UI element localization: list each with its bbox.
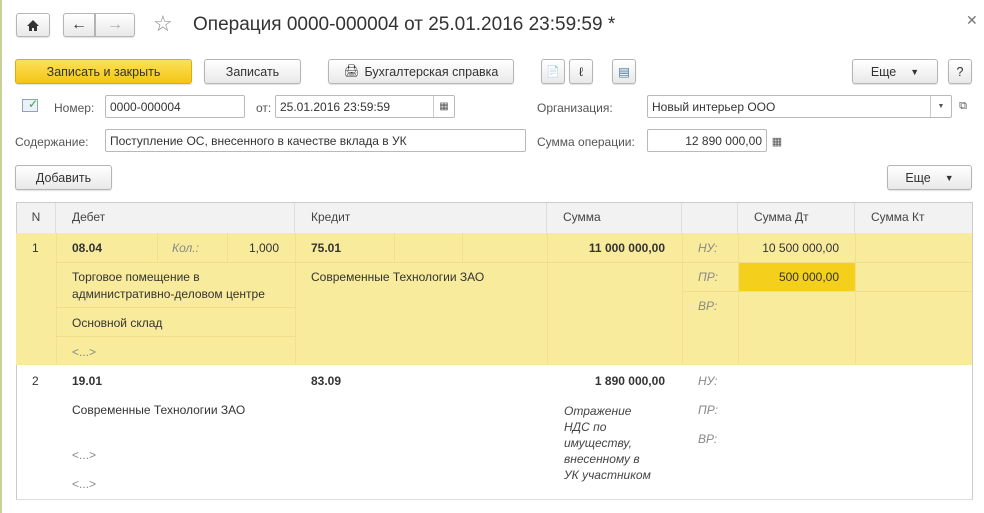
- row-number: 1: [32, 241, 39, 255]
- add-row-button[interactable]: Добавить: [15, 165, 112, 190]
- debit-subconto-2[interactable]: <...>: [72, 448, 96, 462]
- save-button[interactable]: Записать: [204, 59, 301, 84]
- header-n[interactable]: N: [17, 203, 56, 233]
- debit-subconto-3[interactable]: <...>: [72, 477, 96, 491]
- document-icon: 📄: [546, 66, 560, 78]
- sum-value[interactable]: 1 890 000,00: [547, 374, 665, 388]
- debit-subconto-1[interactable]: Современные Технологии ЗАО: [72, 403, 245, 417]
- arrow-right-icon: →: [107, 16, 123, 33]
- chevron-down-icon: ▼: [944, 172, 954, 183]
- calendar-icon[interactable]: ▦: [433, 96, 454, 117]
- date-label: от:: [256, 101, 272, 115]
- comment-line: Отражение: [564, 404, 632, 418]
- header-blank: [682, 203, 738, 233]
- more-label: Еще: [870, 64, 897, 79]
- comment-line: НДС по: [564, 420, 607, 434]
- attach-button[interactable]: ℓ: [569, 59, 593, 84]
- sum-field[interactable]: 12 890 000,00: [647, 129, 767, 152]
- comment-line: внесенному в: [564, 452, 640, 466]
- header-sum-dt[interactable]: Сумма Дт: [738, 203, 855, 233]
- report-button[interactable]: 🖨 Бухгалтерская справка: [328, 59, 514, 84]
- calculator-icon[interactable]: ▦: [768, 131, 786, 151]
- header-sum-kt[interactable]: Сумма Кт: [855, 203, 972, 233]
- organization-label: Организация:: [537, 101, 613, 115]
- open-icon[interactable]: ⧉: [954, 96, 972, 117]
- sum-value[interactable]: 11 000 000,00: [547, 241, 665, 255]
- content-label: Содержание:: [15, 135, 89, 149]
- pr-sum-dt[interactable]: 500 000,00: [738, 270, 839, 284]
- sum-label: Сумма операции:: [537, 135, 635, 149]
- nu-label: НУ:: [698, 241, 718, 255]
- chevron-down-icon[interactable]: ▼: [930, 96, 951, 117]
- arrow-left-icon: ←: [71, 16, 87, 33]
- star-icon[interactable]: ☆: [153, 11, 173, 37]
- nu-label: НУ:: [698, 374, 718, 388]
- list-icon: ▤: [618, 65, 630, 79]
- posted-status-icon: ✓: [22, 97, 38, 112]
- debit-subconto-1[interactable]: Торговое помещение в: [72, 270, 200, 284]
- number-field[interactable]: 0000-000004: [105, 95, 245, 118]
- number-label: Номер:: [54, 101, 95, 115]
- comment-line: УК участником: [564, 468, 651, 482]
- back-button[interactable]: ←: [63, 13, 95, 37]
- comment-line: имуществу,: [564, 436, 632, 450]
- date-field[interactable]: 25.01.2016 23:59:59: [275, 95, 455, 118]
- document-button[interactable]: 📄: [541, 59, 565, 84]
- debit-subconto-3[interactable]: <...>: [72, 345, 96, 359]
- table-more-label: Еще: [905, 170, 931, 185]
- qty-value[interactable]: 1,000: [227, 241, 279, 255]
- vr-label: ВР:: [698, 432, 718, 446]
- pr-label: ПР:: [698, 270, 718, 284]
- chevron-down-icon: ▼: [910, 66, 920, 77]
- paperclip-icon: ℓ: [578, 64, 584, 79]
- help-button[interactable]: ?: [948, 59, 972, 84]
- content-field[interactable]: Поступление ОС, внесенного в качестве вк…: [105, 129, 526, 152]
- home-icon: [27, 19, 39, 31]
- forward-button[interactable]: →: [95, 13, 135, 37]
- qty-label: Кол.:: [172, 241, 199, 255]
- page-title: Операция 0000-000004 от 25.01.2016 23:59…: [193, 14, 616, 35]
- pr-label: ПР:: [698, 403, 718, 417]
- row-number: 2: [32, 374, 39, 388]
- vr-label: ВР:: [698, 299, 718, 313]
- close-icon[interactable]: ✕: [966, 12, 978, 29]
- organization-field[interactable]: Новый интерьер ООО: [647, 95, 952, 118]
- nu-sum-dt[interactable]: 10 500 000,00: [738, 241, 839, 255]
- save-and-close-button[interactable]: Записать и закрыть: [15, 59, 192, 84]
- debit-subconto-2[interactable]: Основной склад: [72, 316, 162, 330]
- header-sum[interactable]: Сумма: [547, 203, 682, 233]
- more-button[interactable]: Еще ▼: [852, 59, 938, 84]
- table-more-button[interactable]: Еще ▼: [887, 165, 972, 190]
- debit-account[interactable]: 19.01: [72, 374, 102, 388]
- entry-comment[interactable]: Отражение НДС по имуществу, внесенному в…: [564, 403, 651, 483]
- debit-subconto-1-cont[interactable]: административно-деловом центре: [72, 287, 265, 301]
- debit-account[interactable]: 08.04: [72, 241, 102, 255]
- structure-button[interactable]: ▤: [612, 59, 636, 84]
- home-button[interactable]: [16, 13, 50, 37]
- credit-account[interactable]: 83.09: [311, 374, 341, 388]
- report-label: Бухгалтерская справка: [364, 64, 499, 79]
- credit-account[interactable]: 75.01: [311, 241, 341, 255]
- header-debit[interactable]: Дебет: [56, 203, 295, 233]
- printer-icon: 🖨: [343, 64, 360, 78]
- credit-subconto-1[interactable]: Современные Технологии ЗАО: [311, 270, 484, 284]
- header-credit[interactable]: Кредит: [295, 203, 547, 233]
- table-row[interactable]: [17, 365, 972, 498]
